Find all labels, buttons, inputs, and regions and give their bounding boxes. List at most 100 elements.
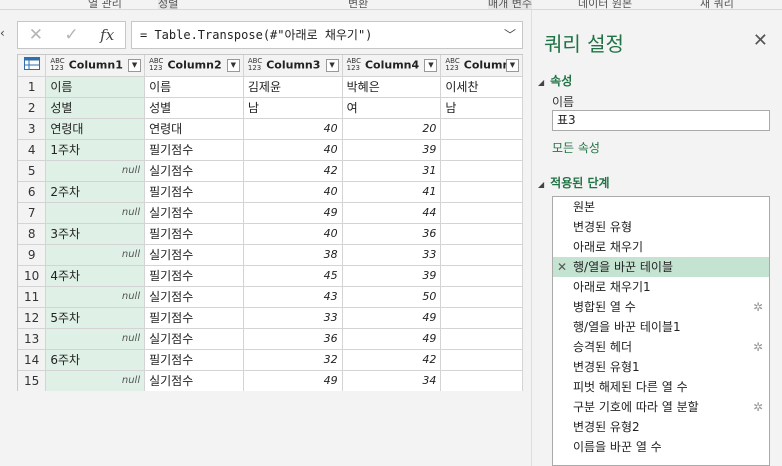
chevron-down-icon[interactable]: ﹀ bbox=[504, 22, 516, 48]
table-cell[interactable]: 실기점수 bbox=[144, 370, 244, 391]
table-cell[interactable]: 42 bbox=[342, 349, 442, 371]
table-cell[interactable]: 3주차 bbox=[45, 223, 146, 245]
collapse-queries-icon[interactable]: ‹ bbox=[0, 26, 10, 40]
column-header-5[interactable]: ABC 123 Column5 ▼ bbox=[440, 55, 523, 77]
table-cell[interactable]: 36 bbox=[342, 223, 442, 245]
delete-step-icon[interactable]: ✕ bbox=[557, 257, 567, 277]
table-cell[interactable]: 1주차 bbox=[45, 139, 146, 161]
table-cell[interactable]: null bbox=[45, 286, 146, 308]
applied-step-item[interactable]: 구분 기호에 따라 열 분할 ✲ bbox=[553, 397, 769, 417]
all-properties-link[interactable]: 모든 속성 bbox=[552, 139, 600, 156]
table-cell[interactable]: null bbox=[45, 244, 146, 266]
formula-input[interactable]: = Table.Transpose(#"아래로 채우기") ﹀ bbox=[131, 21, 523, 49]
table-cell[interactable]: 실기점수 bbox=[144, 244, 244, 266]
type-any-icon[interactable]: ABC 123 bbox=[50, 58, 64, 72]
applied-step-item[interactable]: 승격된 헤더 ✲ bbox=[553, 337, 769, 357]
filter-dropdown-icon[interactable]: ▼ bbox=[424, 59, 438, 72]
gear-icon[interactable]: ✲ bbox=[753, 337, 763, 357]
table-cell[interactable]: 남 bbox=[440, 97, 523, 119]
table-cell[interactable]: 남 bbox=[243, 97, 343, 119]
table-cell[interactable]: 40 bbox=[243, 118, 343, 140]
table-cell[interactable]: 49 bbox=[243, 202, 343, 224]
table-cell[interactable]: 필기점수 bbox=[144, 223, 244, 245]
table-cell[interactable] bbox=[440, 370, 523, 391]
table-cell[interactable] bbox=[440, 118, 523, 140]
table-cell[interactable] bbox=[440, 223, 523, 245]
table-cell[interactable] bbox=[440, 328, 523, 350]
table-cell[interactable] bbox=[440, 286, 523, 308]
table-cell[interactable]: 49 bbox=[342, 328, 442, 350]
cancel-icon[interactable]: ✕ bbox=[18, 25, 54, 45]
table-cell[interactable]: 김제윤 bbox=[243, 76, 343, 98]
table-cell[interactable] bbox=[440, 349, 523, 371]
table-cell[interactable]: 실기점수 bbox=[144, 202, 244, 224]
table-cell[interactable]: 이름 bbox=[45, 76, 146, 98]
column-header-4[interactable]: ABC 123 Column4 ▼ bbox=[342, 55, 442, 77]
table-cell[interactable]: 박혜은 bbox=[342, 76, 442, 98]
table-cell[interactable]: null bbox=[45, 160, 146, 182]
gear-icon[interactable]: ✲ bbox=[753, 297, 763, 317]
table-cell[interactable]: 실기점수 bbox=[144, 328, 244, 350]
confirm-icon[interactable]: ✓ bbox=[54, 25, 90, 45]
properties-section-header[interactable]: ◢ 속성 bbox=[538, 72, 572, 89]
table-cell[interactable] bbox=[440, 181, 523, 203]
table-cell[interactable]: 5주차 bbox=[45, 307, 146, 329]
ribbon-tab[interactable]: 데이터 원본 bbox=[578, 0, 632, 9]
ribbon-tab[interactable]: 새 쿼리 bbox=[700, 0, 734, 9]
applied-step-item[interactable]: 변경된 유형2 bbox=[553, 417, 769, 437]
table-cell[interactable]: 40 bbox=[243, 181, 343, 203]
type-any-icon[interactable]: ABC 123 bbox=[149, 58, 163, 72]
close-icon[interactable]: ✕ bbox=[753, 30, 768, 51]
filter-dropdown-icon[interactable]: ▼ bbox=[325, 59, 339, 72]
table-cell[interactable]: null bbox=[45, 202, 146, 224]
table-cell[interactable]: 2주차 bbox=[45, 181, 146, 203]
fx-icon[interactable]: fx bbox=[89, 26, 125, 44]
table-cell[interactable]: 실기점수 bbox=[144, 160, 244, 182]
type-any-icon[interactable]: ABC 123 bbox=[248, 58, 262, 72]
applied-steps-section-header[interactable]: ◢ 적용된 단계 bbox=[538, 174, 610, 191]
table-cell[interactable]: 필기점수 bbox=[144, 349, 244, 371]
table-cell[interactable]: 4주차 bbox=[45, 265, 146, 287]
table-cell[interactable] bbox=[440, 160, 523, 182]
applied-step-item[interactable]: 병합된 열 수 ✲ bbox=[553, 297, 769, 317]
gear-icon[interactable]: ✲ bbox=[753, 397, 763, 417]
ribbon-tab[interactable]: 매개 변수 bbox=[488, 0, 532, 9]
table-cell[interactable]: null bbox=[45, 328, 146, 350]
applied-step-item[interactable]: 변경된 유형1 bbox=[553, 357, 769, 377]
ribbon-tab[interactable]: 열 관리 bbox=[88, 0, 122, 9]
query-name-input[interactable]: 표3 bbox=[552, 110, 770, 131]
applied-step-item[interactable]: ✕ 행/열을 바꾼 테이블 bbox=[553, 257, 769, 277]
table-cell[interactable]: null bbox=[45, 370, 146, 391]
table-cell[interactable]: 32 bbox=[243, 349, 343, 371]
table-cell[interactable]: 33 bbox=[243, 307, 343, 329]
table-cell[interactable]: 34 bbox=[342, 370, 442, 391]
table-cell[interactable]: 여 bbox=[342, 97, 442, 119]
filter-dropdown-icon[interactable]: ▼ bbox=[506, 59, 519, 72]
table-cell[interactable] bbox=[440, 139, 523, 161]
table-cell[interactable]: 49 bbox=[342, 307, 442, 329]
table-cell[interactable]: 필기점수 bbox=[144, 265, 244, 287]
applied-step-item[interactable]: 이름을 바꾼 열 수 bbox=[553, 437, 769, 457]
table-cell[interactable]: 연령대 bbox=[144, 118, 244, 140]
table-cell[interactable]: 6주차 bbox=[45, 349, 146, 371]
filter-dropdown-icon[interactable]: ▼ bbox=[128, 59, 142, 72]
table-cell[interactable]: 이세찬 bbox=[440, 76, 523, 98]
table-cell[interactable]: 20 bbox=[342, 118, 442, 140]
column-header-2[interactable]: ABC 123 Column2 ▼ bbox=[144, 55, 244, 77]
applied-step-item[interactable]: 원본 bbox=[553, 197, 769, 217]
table-cell[interactable] bbox=[440, 202, 523, 224]
applied-step-item[interactable]: 아래로 채우기 bbox=[553, 237, 769, 257]
table-cell[interactable] bbox=[440, 265, 523, 287]
table-cell[interactable]: 실기점수 bbox=[144, 286, 244, 308]
table-cell[interactable]: 41 bbox=[342, 181, 442, 203]
table-cell[interactable]: 33 bbox=[342, 244, 442, 266]
ribbon-tab[interactable]: 변환 bbox=[348, 0, 368, 9]
table-cell[interactable]: 40 bbox=[243, 223, 343, 245]
table-cell[interactable]: 이름 bbox=[144, 76, 244, 98]
type-any-icon[interactable]: ABC 123 bbox=[347, 58, 361, 72]
table-cell[interactable]: 44 bbox=[342, 202, 442, 224]
ribbon-tab[interactable]: 정렬 bbox=[158, 0, 179, 9]
table-cell[interactable]: 45 bbox=[243, 265, 343, 287]
table-cell[interactable]: 42 bbox=[243, 160, 343, 182]
table-menu-icon[interactable] bbox=[18, 55, 47, 77]
